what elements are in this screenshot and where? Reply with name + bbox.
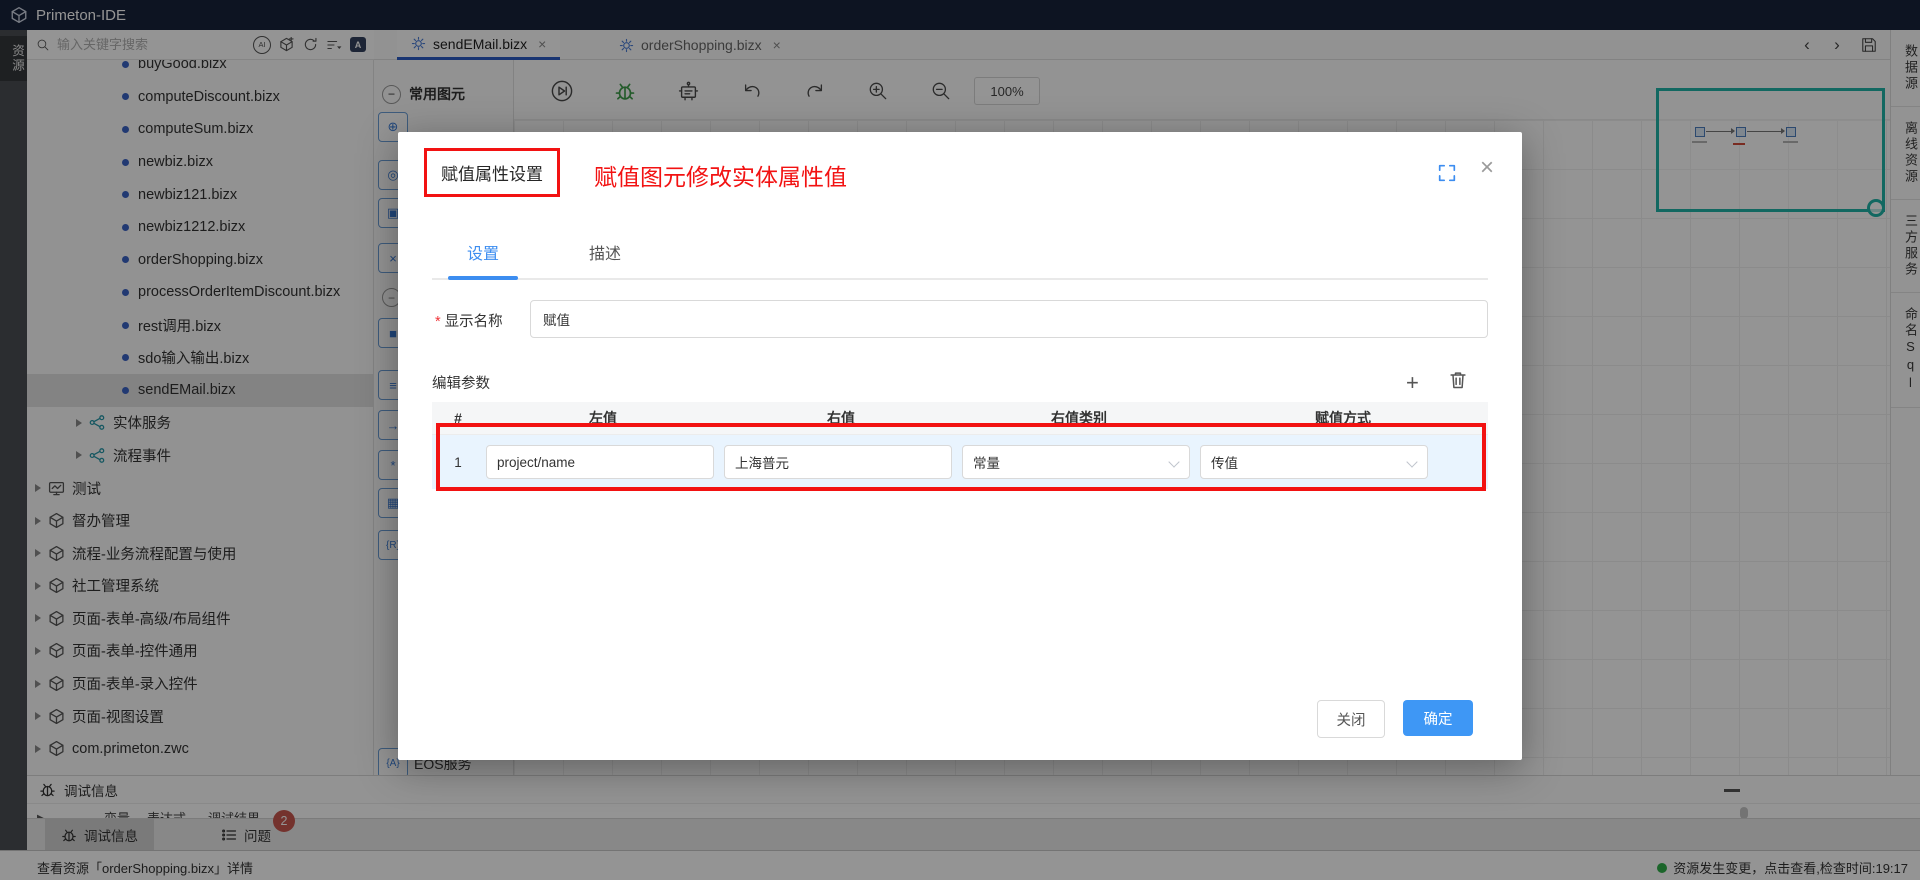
add-row-icon[interactable]: + bbox=[1406, 370, 1419, 396]
edit-params-label: 编辑参数 bbox=[432, 372, 490, 393]
confirm-button[interactable]: 确定 bbox=[1403, 700, 1473, 736]
annotation-text: 赋值图元修改实体属性值 bbox=[594, 158, 847, 192]
assignment-properties-dialog: 赋值属性设置 赋值图元修改实体属性值 × 设置 描述 *显示名称 编辑参数 + … bbox=[398, 132, 1522, 760]
dialog-title-annotation-box: 赋值属性设置 bbox=[424, 148, 560, 197]
close-button[interactable]: 关闭 bbox=[1317, 700, 1385, 738]
close-icon[interactable]: × bbox=[1480, 154, 1494, 182]
dialog-title: 赋值属性设置 bbox=[441, 165, 543, 184]
dialog-tab-settings[interactable]: 设置 bbox=[467, 240, 499, 264]
display-name-label: *显示名称 bbox=[435, 310, 503, 331]
dialog-tab-description[interactable]: 描述 bbox=[589, 240, 621, 264]
required-asterisk: * bbox=[435, 314, 441, 330]
fullscreen-icon[interactable] bbox=[1438, 164, 1456, 182]
delete-row-icon[interactable] bbox=[1448, 370, 1468, 390]
tab-divider bbox=[432, 278, 1488, 280]
active-tab-underline bbox=[448, 276, 518, 280]
row-annotation-box bbox=[436, 423, 1486, 491]
display-name-input[interactable] bbox=[530, 300, 1488, 338]
